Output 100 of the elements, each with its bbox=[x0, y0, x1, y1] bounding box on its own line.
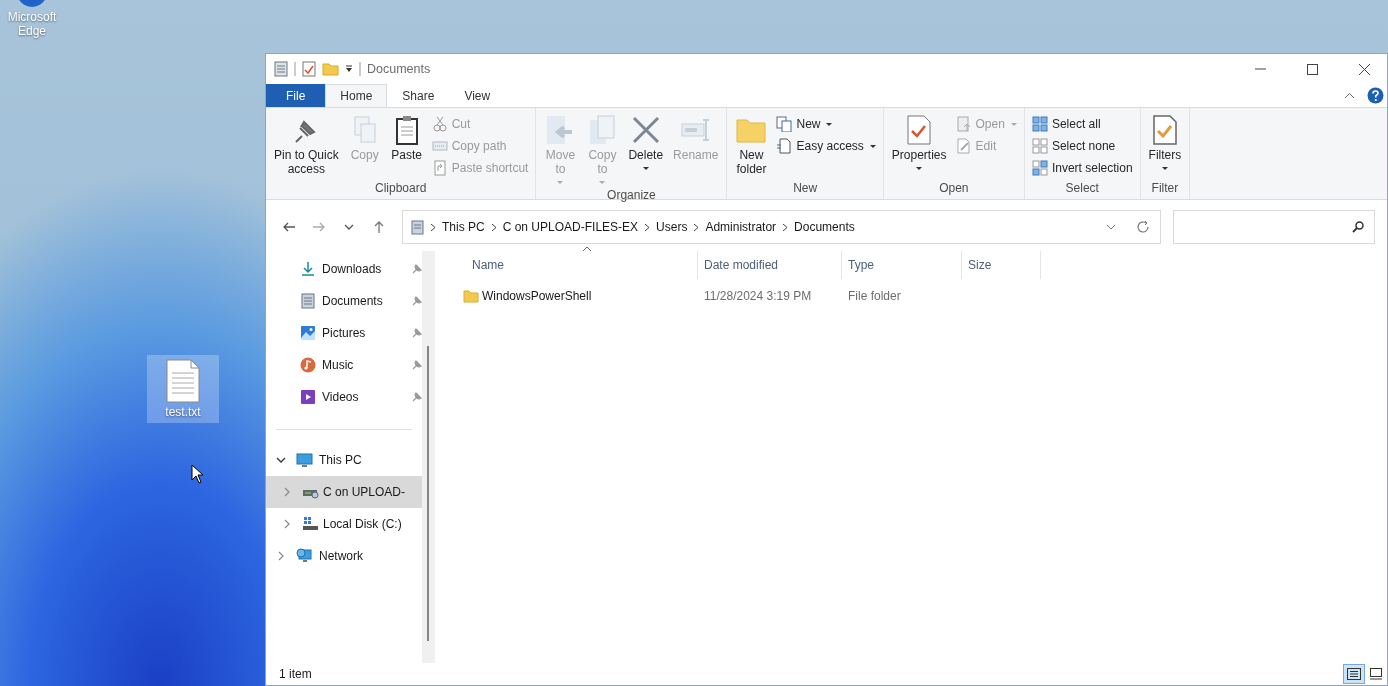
navigation-item-label: Videos bbox=[322, 389, 359, 406]
details-view-icon bbox=[1347, 668, 1361, 680]
tree-item-label: Network bbox=[319, 548, 363, 565]
navigation-item[interactable]: Downloads bbox=[266, 253, 422, 285]
ribbon-tab[interactable]: Home bbox=[325, 84, 388, 107]
tree-item[interactable]: Network bbox=[266, 540, 422, 572]
ribbon-tab[interactable]: View bbox=[449, 84, 506, 107]
picture-icon bbox=[300, 325, 316, 341]
ribbon-tab[interactable]: Share bbox=[387, 84, 450, 107]
desktop-icon-label: test.txt bbox=[165, 405, 201, 420]
select-all-icon bbox=[1031, 116, 1048, 132]
table-cell-text: File folder bbox=[847, 288, 902, 305]
chevron-right-icon bbox=[644, 222, 651, 232]
column-header[interactable]: Date modified bbox=[698, 251, 842, 279]
separator-icon bbox=[359, 62, 361, 76]
forward-arrow-icon bbox=[312, 220, 326, 234]
large-icons-view-icon bbox=[1369, 668, 1383, 680]
ribbon-button[interactable]: Pin to Quick access bbox=[270, 112, 343, 179]
path-icon bbox=[431, 138, 448, 154]
mouse-pointer-icon bbox=[191, 464, 205, 484]
ribbon-group-label: Select bbox=[1064, 180, 1100, 197]
desktop-icon-label: Microsoft Edge bbox=[6, 10, 58, 39]
breadcrumb-link[interactable]: Documents bbox=[794, 218, 855, 236]
ribbon-group-label: Organize bbox=[606, 186, 657, 204]
ribbon-button[interactable]: Select all bbox=[1028, 113, 1136, 135]
network-icon bbox=[296, 548, 313, 564]
breadcrumb-link[interactable]: C on UPLOAD-FILES-EX bbox=[502, 218, 639, 236]
chevron-right-icon bbox=[782, 222, 789, 232]
tree-item[interactable]: Local Disk (C:) bbox=[266, 508, 422, 540]
chevron-right-icon bbox=[430, 222, 436, 232]
navigation-item[interactable]: Pictures bbox=[266, 317, 422, 349]
ribbon-button[interactable]: Select none bbox=[1028, 135, 1136, 157]
ribbon-group-label: Open bbox=[938, 180, 970, 197]
address-bar[interactable]: This PC C on UPLOAD-FILES-EX Users Administrator Documents bbox=[402, 210, 1161, 244]
ribbon-button[interactable]: Invert selection bbox=[1028, 157, 1136, 179]
file-menu-tab[interactable]: File bbox=[266, 84, 326, 107]
column-header[interactable]: Size bbox=[962, 251, 1041, 279]
ribbon-button[interactable]: Filters bbox=[1144, 112, 1186, 179]
text-file-icon bbox=[165, 359, 201, 403]
column-header[interactable]: Type bbox=[842, 251, 962, 279]
ribbon-button[interactable]: New folder bbox=[731, 112, 772, 179]
ribbon-button[interactable]: Paste bbox=[386, 112, 427, 179]
search-field[interactable] bbox=[1173, 210, 1375, 244]
navigation-item[interactable]: Videos bbox=[266, 381, 422, 413]
refresh-icon[interactable] bbox=[1136, 220, 1150, 234]
back-arrow-icon bbox=[282, 220, 296, 234]
ribbon-button[interactable]: Delete bbox=[624, 112, 668, 186]
tree-item-label: C on UPLOAD- bbox=[323, 484, 406, 501]
file-row[interactable]: WindowsPowerShell bbox=[457, 287, 698, 305]
ribbon-button[interactable]: New bbox=[773, 113, 879, 135]
music-note-icon bbox=[300, 357, 316, 373]
navigation-item-label: Documents bbox=[322, 293, 383, 310]
separator-icon bbox=[294, 62, 296, 76]
checkmark-document-icon[interactable] bbox=[302, 61, 316, 77]
status-text: 1 item bbox=[279, 666, 312, 683]
tree-item-label: This PC bbox=[319, 452, 362, 469]
folder-icon[interactable] bbox=[322, 62, 339, 76]
navigation-item[interactable]: Music bbox=[266, 349, 422, 381]
hard-drive-icon bbox=[302, 516, 319, 532]
monitor-icon bbox=[296, 452, 313, 468]
scrollbar-thumb[interactable] bbox=[427, 346, 429, 641]
scissors-icon bbox=[431, 116, 448, 132]
dropdown-chevron-icon[interactable] bbox=[1106, 224, 1116, 230]
chevron-right-icon bbox=[693, 222, 700, 232]
tree-item[interactable]: C on UPLOAD- bbox=[266, 476, 422, 508]
video-icon bbox=[300, 389, 316, 405]
chevron-right-icon[interactable] bbox=[282, 487, 292, 497]
breadcrumb-link[interactable]: Users bbox=[656, 218, 688, 236]
chevron-right-icon[interactable] bbox=[282, 519, 292, 529]
dropdown-icon[interactable] bbox=[345, 65, 353, 73]
chevron-right-icon[interactable] bbox=[276, 551, 286, 561]
computer-icon bbox=[411, 219, 424, 235]
properties-icon[interactable] bbox=[274, 61, 288, 77]
column-header[interactable]: Name bbox=[457, 251, 698, 279]
help-icon[interactable] bbox=[1367, 87, 1384, 104]
search-icon bbox=[1352, 221, 1364, 233]
tree-item[interactable]: This PC bbox=[266, 444, 422, 476]
ribbon-button[interactable]: Easy access bbox=[773, 135, 879, 157]
view-toggle-button[interactable] bbox=[1343, 664, 1365, 684]
edit-icon bbox=[955, 138, 972, 154]
open-icon bbox=[955, 116, 972, 132]
chevron-down-icon[interactable] bbox=[276, 455, 286, 465]
shortcut-icon bbox=[431, 160, 448, 176]
ribbon-group-label: Filter bbox=[1150, 180, 1180, 197]
download-icon bbox=[300, 261, 316, 277]
new-item-icon bbox=[776, 116, 793, 132]
collapse-ribbon-icon[interactable] bbox=[1344, 92, 1355, 99]
ribbon-button[interactable]: Properties bbox=[887, 112, 951, 179]
folder-icon bbox=[463, 289, 479, 303]
navigation-item[interactable]: Documents bbox=[266, 285, 422, 317]
breadcrumb-link[interactable]: Administrator bbox=[705, 218, 777, 236]
navigation-item-label: Downloads bbox=[322, 261, 382, 278]
navigation-item-label: Music bbox=[322, 357, 354, 374]
easy-access-icon bbox=[776, 138, 793, 154]
document-icon bbox=[300, 293, 316, 309]
up-arrow-icon bbox=[372, 220, 386, 234]
maximize-icon bbox=[1306, 63, 1318, 75]
breadcrumb-link[interactable]: This PC bbox=[442, 218, 485, 236]
ribbon-group-label: New bbox=[792, 180, 819, 197]
close-icon bbox=[1358, 63, 1370, 75]
